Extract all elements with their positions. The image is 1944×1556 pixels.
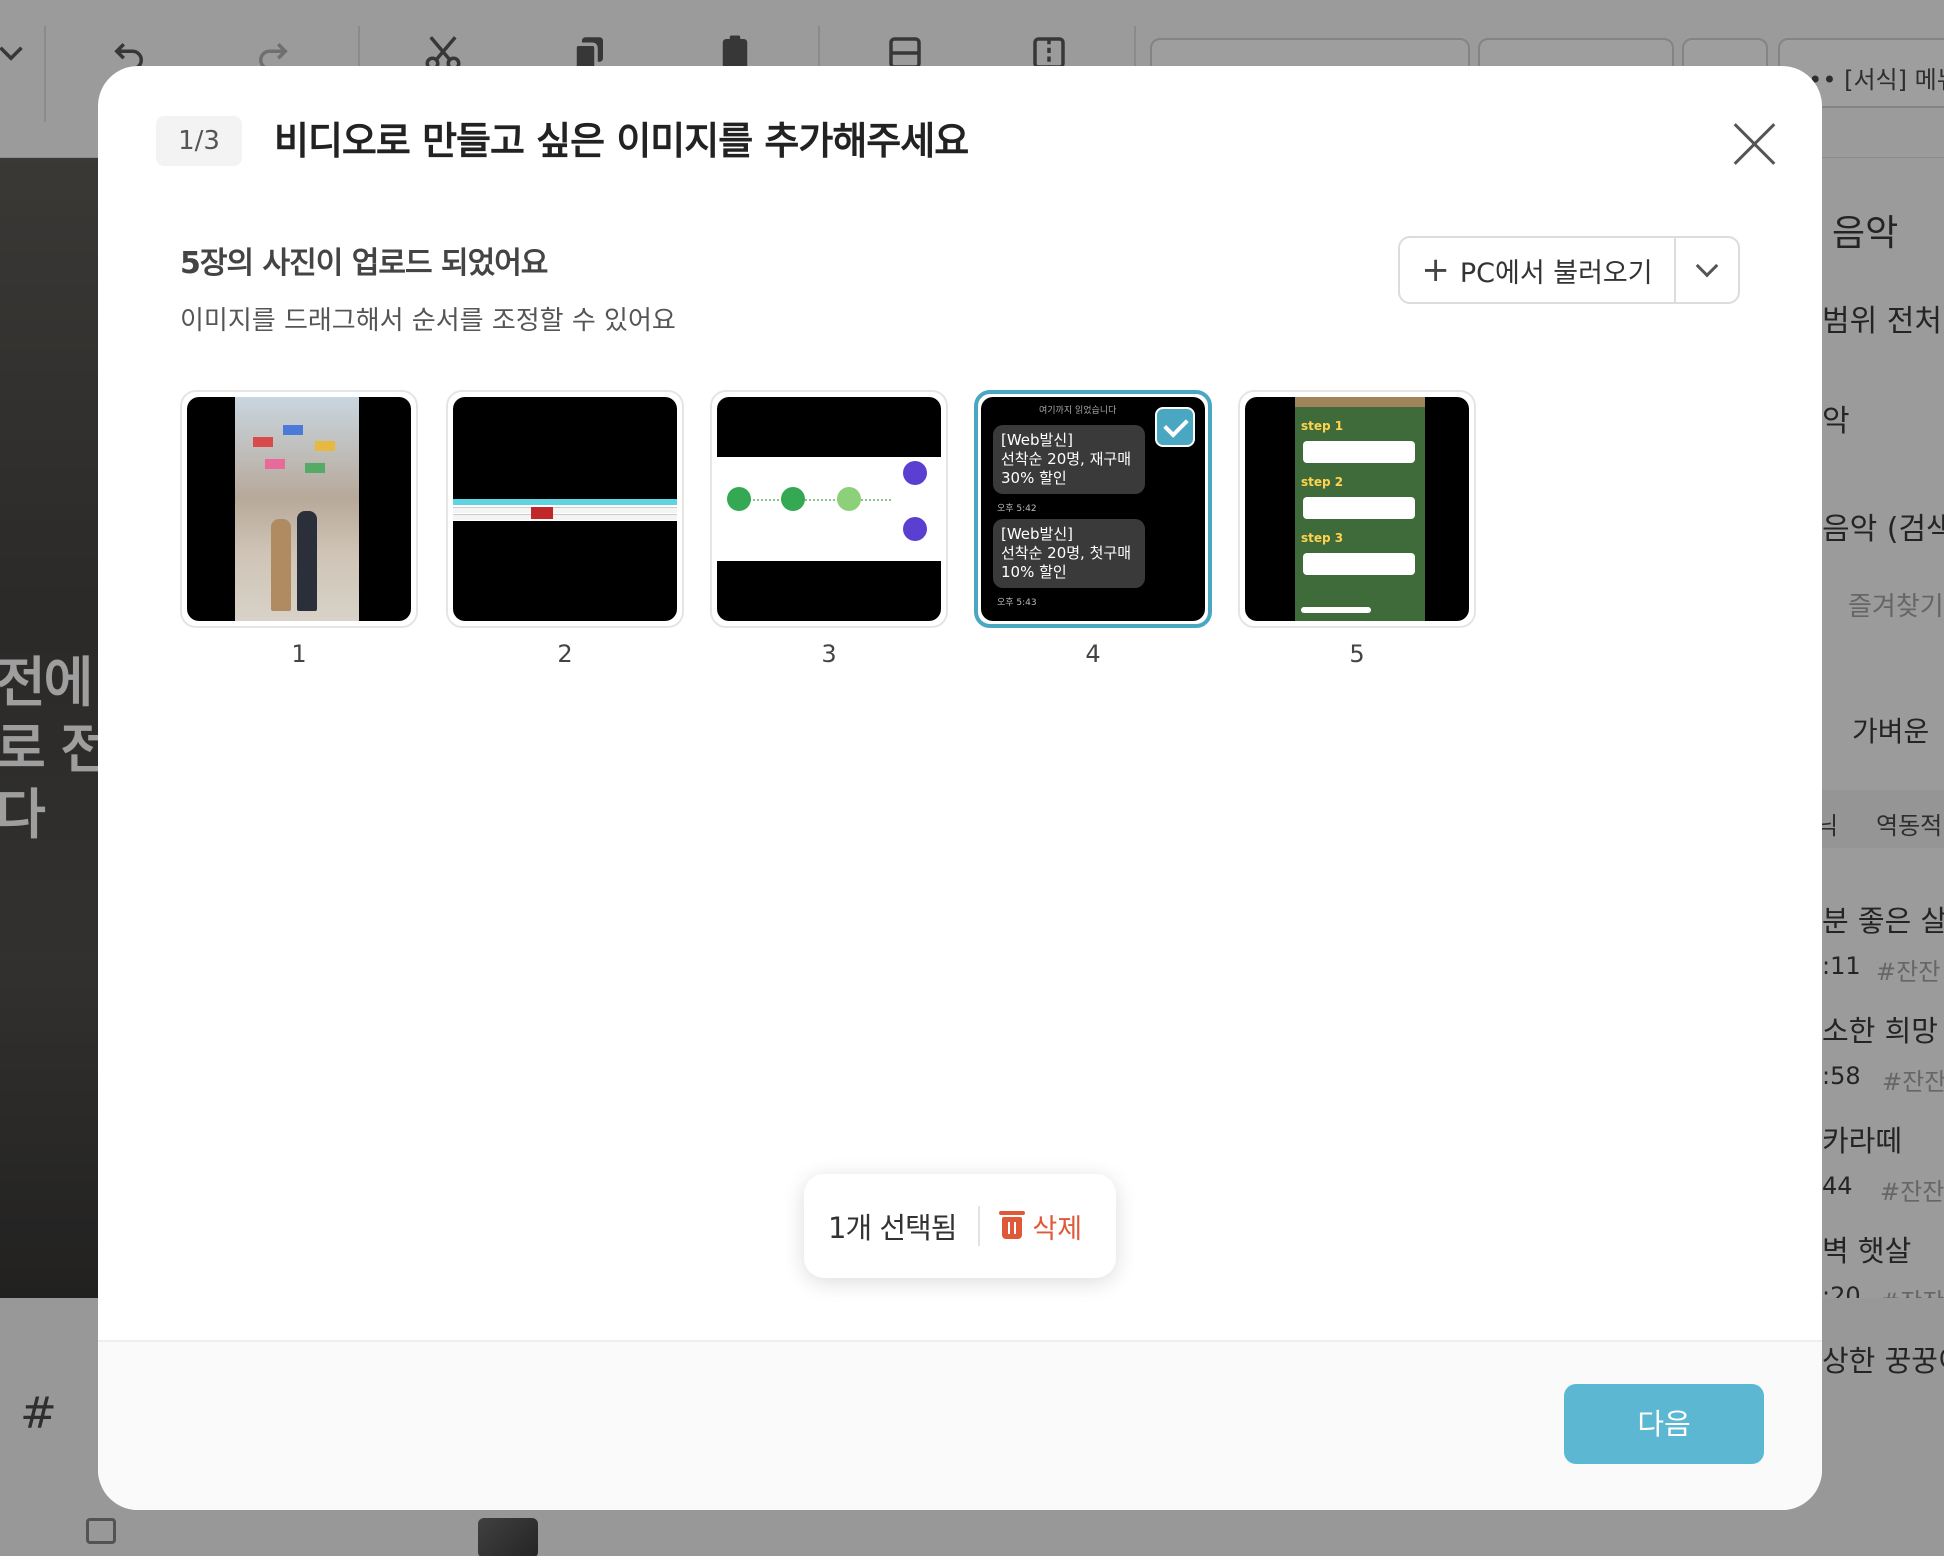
thumbnail-item[interactable]: 1	[180, 390, 418, 668]
thumbnail-item[interactable]: step 1 step 2 step 3 5	[1238, 390, 1476, 668]
thumbnail-image	[717, 397, 941, 621]
step-label: step 2	[1301, 475, 1344, 489]
message-time: 오후 5:42	[997, 504, 1037, 514]
close-icon[interactable]	[1726, 116, 1782, 172]
thumbnail-number: 3	[821, 640, 837, 668]
thumbnail-image	[187, 397, 411, 621]
import-options-dropdown[interactable]	[1676, 238, 1738, 302]
import-split-button: + PC에서 불러오기	[1398, 236, 1740, 304]
divider	[978, 1206, 981, 1246]
modal-title: 비디오로 만들고 싶은 이미지를 추가해주세요	[274, 119, 969, 163]
thumbnail-number: 1	[291, 640, 307, 668]
plus-icon: +	[1421, 250, 1450, 290]
thumbnail-image: step 1 step 2 step 3	[1245, 397, 1469, 621]
message-bubble: [Web발신] 선착순 20명, 첫구매 10% 할인	[993, 519, 1145, 588]
read-marker: 여기까지 읽었습니다	[1039, 406, 1117, 416]
thumbnail-card[interactable]	[710, 390, 948, 628]
thumbnail-card[interactable]: step 1 step 2 step 3	[1238, 390, 1476, 628]
reorder-hint: 이미지를 드래그해서 순서를 조정할 수 있어요	[180, 306, 676, 336]
selection-action-bar: 1개 선택됨 삭제	[804, 1174, 1116, 1278]
step-label: step 3	[1301, 531, 1344, 545]
chevron-down-icon	[1695, 254, 1719, 278]
upload-status-heading: 5장의 사진이 업로드 되었어요	[180, 246, 548, 281]
thumbnail-card[interactable]	[180, 390, 418, 628]
thumbnail-image: 여기까지 읽었습니다 [Web발신] 선착순 20명, 재구매 30% 할인 오…	[981, 397, 1205, 621]
thumbnail-item[interactable]: 3	[710, 390, 948, 668]
delete-button[interactable]: 삭제	[999, 1207, 1083, 1246]
thumbnail-image	[453, 397, 677, 621]
delete-label: 삭제	[1032, 1213, 1083, 1245]
thumbnail-card[interactable]	[446, 390, 684, 628]
thumbnail-card-selected[interactable]: 여기까지 읽었습니다 [Web발신] 선착순 20명, 재구매 30% 할인 오…	[974, 390, 1212, 628]
import-from-pc-button[interactable]: + PC에서 불러오기	[1400, 238, 1674, 302]
next-button[interactable]: 다음	[1564, 1384, 1764, 1464]
thumbnail-number: 4	[1085, 640, 1101, 668]
import-from-pc-label: PC에서 불러오기	[1459, 257, 1653, 289]
thumbnail-item[interactable]: 2	[446, 390, 684, 668]
trash-icon	[999, 1211, 1026, 1239]
message-bubble: [Web발신] 선착순 20명, 재구매 30% 할인	[993, 425, 1145, 494]
thumbnail-number: 2	[557, 640, 573, 668]
thumbnail-item[interactable]: 여기까지 읽었습니다 [Web발신] 선착순 20명, 재구매 30% 할인 오…	[974, 390, 1212, 668]
message-time: 오후 5:43	[997, 598, 1037, 608]
selection-count: 1개 선택됨	[828, 1211, 957, 1245]
thumbnail-number: 5	[1349, 640, 1365, 668]
step-label: step 1	[1301, 419, 1344, 433]
checkmark-icon[interactable]	[1155, 407, 1195, 447]
step-indicator: 1/3	[156, 116, 242, 166]
image-upload-modal: 1/3 비디오로 만들고 싶은 이미지를 추가해주세요 5장의 사진이 업로드 …	[98, 66, 1822, 1510]
